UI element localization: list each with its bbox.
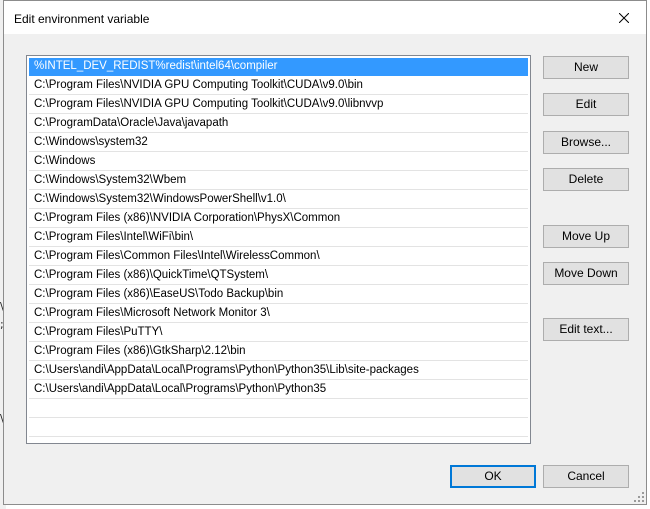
path-entry[interactable]: %INTEL_DEV_REDIST%redist\intel64\compile… bbox=[29, 58, 528, 76]
path-entry[interactable]: C:\ProgramData\Oracle\Java\javapath bbox=[29, 115, 528, 133]
move-up-button[interactable]: Move Up bbox=[543, 225, 629, 248]
empty-row[interactable] bbox=[29, 400, 528, 418]
path-entry[interactable]: C:\Windows\System32\WindowsPowerShell\v1… bbox=[29, 191, 528, 209]
path-entry[interactable]: C:\Program Files\Microsoft Network Monit… bbox=[29, 305, 528, 323]
title-bar[interactable]: Edit environment variable bbox=[4, 1, 646, 34]
path-entry[interactable]: C:\Windows\system32 bbox=[29, 134, 528, 152]
path-entry[interactable]: C:\Program Files\PuTTY\ bbox=[29, 324, 528, 342]
edit-environment-variable-dialog: Edit environment variable %INTEL_DEV_RED… bbox=[3, 0, 647, 505]
edit-button[interactable]: Edit bbox=[543, 93, 629, 116]
delete-button[interactable]: Delete bbox=[543, 168, 629, 191]
path-entry[interactable]: C:\Program Files\Common Files\Intel\Wire… bbox=[29, 248, 528, 266]
path-entry[interactable]: C:\Program Files\NVIDIA GPU Computing To… bbox=[29, 77, 528, 95]
path-entry[interactable]: C:\Windows bbox=[29, 153, 528, 171]
path-entry[interactable]: C:\Users\andi\AppData\Local\Programs\Pyt… bbox=[29, 362, 528, 380]
close-button[interactable] bbox=[602, 1, 646, 34]
move-down-button[interactable]: Move Down bbox=[543, 262, 629, 285]
new-button[interactable]: New bbox=[543, 56, 629, 79]
path-entry[interactable]: C:\Windows\System32\Wbem bbox=[29, 172, 528, 190]
path-entry[interactable]: C:\Program Files\Intel\WiFi\bin\ bbox=[29, 229, 528, 247]
path-entry[interactable]: C:\Program Files\NVIDIA GPU Computing To… bbox=[29, 96, 528, 114]
dialog-title: Edit environment variable bbox=[14, 12, 150, 26]
path-entries-list[interactable]: %INTEL_DEV_REDIST%redist\intel64\compile… bbox=[26, 55, 531, 444]
path-entry[interactable]: C:\Program Files (x86)\QuickTime\QTSyste… bbox=[29, 267, 528, 285]
path-entry[interactable]: C:\Users\andi\AppData\Local\Programs\Pyt… bbox=[29, 381, 528, 399]
path-entry[interactable]: C:\Program Files (x86)\EaseUS\Todo Backu… bbox=[29, 286, 528, 304]
close-icon bbox=[619, 12, 629, 23]
path-entry[interactable]: C:\Program Files (x86)\GtkSharp\2.12\bin bbox=[29, 343, 528, 361]
empty-row[interactable] bbox=[29, 419, 528, 437]
ok-button[interactable]: OK bbox=[450, 465, 536, 488]
cancel-button[interactable]: Cancel bbox=[543, 465, 629, 488]
path-entry[interactable]: C:\Program Files (x86)\NVIDIA Corporatio… bbox=[29, 210, 528, 228]
edit-text-button[interactable]: Edit text... bbox=[543, 318, 629, 341]
resize-grip-icon[interactable] bbox=[634, 492, 644, 502]
browse-button[interactable]: Browse... bbox=[543, 131, 629, 154]
